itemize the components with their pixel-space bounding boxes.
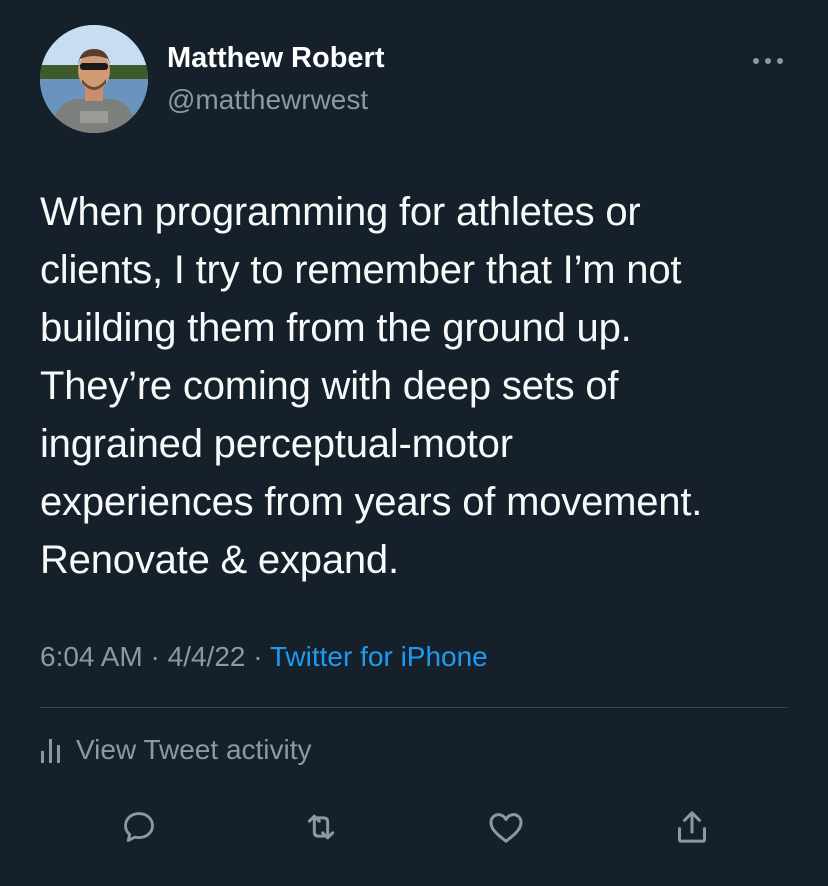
tweet-text-line: Renovate & expand. bbox=[40, 538, 399, 582]
view-tweet-activity-button[interactable]: View Tweet activity bbox=[40, 730, 312, 770]
meta-separator: · bbox=[253, 641, 263, 672]
reply-button[interactable] bbox=[117, 805, 161, 849]
meta-separator: · bbox=[150, 641, 160, 672]
tweet-source-link[interactable]: Twitter for iPhone bbox=[270, 641, 488, 672]
analytics-icon bbox=[40, 735, 62, 765]
author-handle[interactable]: @matthewrwest bbox=[167, 84, 368, 116]
retweet-icon bbox=[307, 814, 335, 840]
tweet-text-line: experiences from years of movement. bbox=[40, 480, 703, 524]
tweet-text-line: They’re coming with deep sets of bbox=[40, 364, 619, 408]
author-name[interactable]: Matthew Robert bbox=[167, 42, 385, 75]
avatar-photo bbox=[40, 25, 148, 133]
tweet-text-line: When programming for athletes or bbox=[40, 190, 641, 234]
tweet-date[interactable]: 4/4/22 bbox=[168, 641, 246, 672]
retweet-button[interactable] bbox=[299, 805, 343, 849]
tweet-text-line: building them from the ground up. bbox=[40, 306, 632, 350]
more-icon bbox=[753, 58, 783, 64]
view-tweet-activity-label: View Tweet activity bbox=[76, 734, 312, 765]
share-button[interactable] bbox=[670, 805, 714, 849]
avatar[interactable] bbox=[40, 25, 148, 133]
divider bbox=[40, 707, 788, 708]
more-options-button[interactable] bbox=[748, 46, 788, 76]
tweet-time[interactable]: 6:04 AM bbox=[40, 641, 143, 672]
tweet-text-line: ingrained perceptual-motor bbox=[40, 422, 513, 466]
like-icon bbox=[489, 813, 523, 843]
like-button[interactable] bbox=[484, 805, 528, 849]
tweet-text-line: clients, I try to remember that I’m not bbox=[40, 248, 682, 292]
tweet-meta: 6:04 AM · 4/4/22 · Twitter for iPhone bbox=[40, 641, 488, 673]
reply-icon bbox=[124, 812, 154, 842]
tweet-text: When programming for athletes or clients… bbox=[40, 183, 800, 589]
share-icon bbox=[678, 811, 706, 843]
